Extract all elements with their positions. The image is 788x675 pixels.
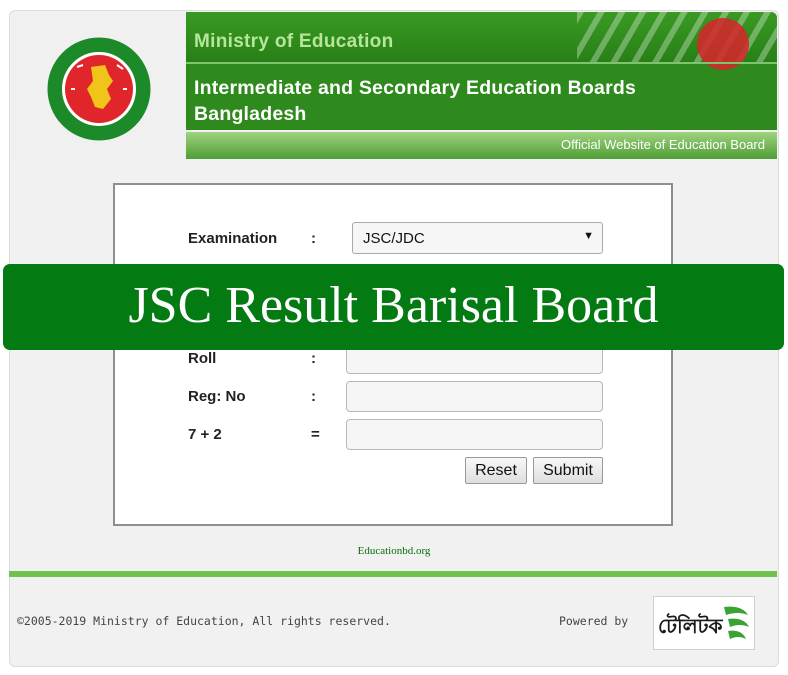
submit-button[interactable]: Submit: [533, 457, 603, 484]
examination-select[interactable]: JSC/JDC ▼: [352, 222, 603, 254]
examination-selected-value: JSC/JDC: [363, 230, 425, 247]
reg-no-label: Reg: No: [188, 388, 246, 405]
teletalk-logo-graphic: টেলিটক: [658, 606, 749, 639]
roll-colon: :: [311, 350, 316, 367]
boards-title-line2: Bangladesh: [194, 103, 307, 125]
captcha-equals: =: [311, 426, 320, 443]
watermark-text: Educationbd.org: [357, 545, 431, 557]
header-banner: Ministry of Education Intermediate and S…: [186, 12, 777, 130]
examination-colon: :: [311, 230, 316, 247]
boards-title-line1: Intermediate and Secondary Education Boa…: [194, 77, 637, 99]
chevron-down-icon: ▼: [583, 230, 594, 242]
reg-no-input[interactable]: [346, 381, 603, 412]
teletalk-logo-icon[interactable]: টেলিটক: [653, 596, 755, 650]
captcha-input[interactable]: [346, 419, 603, 450]
powered-by-text: Powered by: [559, 614, 629, 628]
footer-divider: [9, 571, 777, 577]
captcha-label: 7 + 2: [188, 426, 222, 443]
overlay-title: JSC Result Barisal Board: [3, 264, 784, 350]
reset-button[interactable]: Reset: [465, 457, 527, 484]
reg-no-colon: :: [311, 388, 316, 405]
logo-area: [10, 12, 187, 159]
tagline-text: Official Website of Education Board: [560, 137, 765, 152]
examination-label: Examination: [188, 230, 278, 247]
government-seal-icon: [47, 37, 151, 141]
roll-label: Roll: [188, 350, 217, 367]
boards-title: Intermediate and Secondary Education Boa…: [194, 75, 636, 127]
tagline-bar: Official Website of Education Board: [186, 132, 777, 159]
teletalk-logo-text: টেলিটক: [658, 613, 724, 638]
banner-divider: [186, 62, 777, 64]
ministry-title: Ministry of Education: [194, 31, 394, 52]
copyright-text: ©2005-2019 Ministry of Education, All ri…: [17, 614, 391, 628]
